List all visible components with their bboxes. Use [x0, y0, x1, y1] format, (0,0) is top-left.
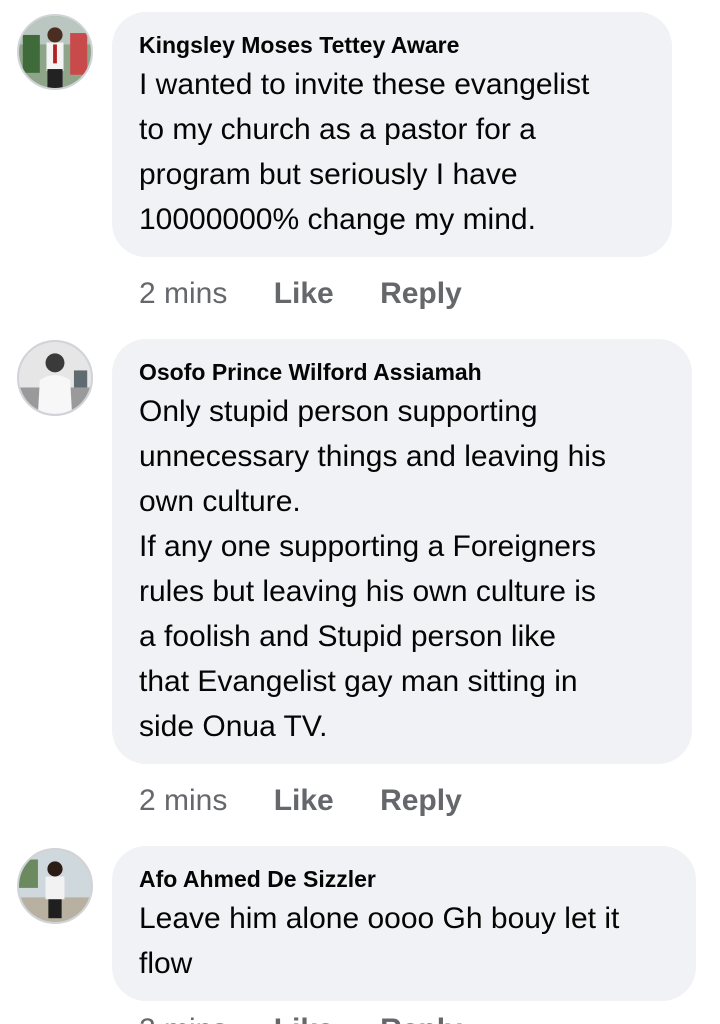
reply-button[interactable]: Reply: [380, 1012, 462, 1024]
comment-author[interactable]: Osofo Prince Wilford Assiamah: [139, 357, 666, 387]
comment-text-line: 10000000% change my mind.: [139, 203, 536, 236]
comment-text-line: flow: [139, 947, 193, 980]
comment-timestamp[interactable]: 2 mins: [139, 783, 227, 819]
comment-actions: 2 mins Like Reply: [139, 783, 462, 819]
comment-text-line: side Onua TV.: [139, 710, 328, 743]
comment-actions: 2 mins Like Reply: [139, 276, 462, 312]
comment-text-line: to my church as a pastor for a: [139, 113, 536, 146]
comment-author[interactable]: Afo Ahmed De Sizzler: [139, 864, 670, 894]
user-avatar-photo-icon: [19, 850, 91, 922]
comment-text: Only stupid person supporting unnecessar…: [139, 389, 666, 749]
avatar[interactable]: [17, 340, 93, 416]
comment-text-line: a foolish and Stupid person like: [139, 620, 556, 653]
comment-text-line: rules but leaving his own culture is: [139, 575, 596, 608]
comment-text-line: unnecessary things and leaving his: [139, 440, 606, 473]
comment-text-line: If any one supporting a Foreigners: [139, 530, 596, 563]
comment-timestamp[interactable]: 2 mins: [139, 276, 227, 312]
user-avatar-photo-icon: [19, 16, 91, 88]
comment-text: Leave him alone oooo Gh bouy let it flow: [139, 896, 670, 986]
comment-bubble: Afo Ahmed De Sizzler Leave him alone ooo…: [112, 846, 696, 1001]
comment-text-line: own culture.: [139, 485, 301, 518]
like-button[interactable]: Like: [274, 1012, 334, 1024]
comment-author[interactable]: Kingsley Moses Tettey Aware: [139, 30, 646, 60]
comment-text-line: Only stupid person supporting: [139, 395, 538, 428]
comment-text-line: program but seriously I have: [139, 158, 518, 191]
avatar[interactable]: [17, 14, 93, 90]
comment-text-line: that Evangelist gay man sitting in: [139, 665, 578, 698]
avatar[interactable]: [17, 848, 93, 924]
reply-button[interactable]: Reply: [380, 276, 462, 312]
comment-timestamp[interactable]: 2 mins: [139, 1012, 227, 1024]
comment-actions: 2 mins Like Reply: [139, 1012, 462, 1024]
like-button[interactable]: Like: [274, 783, 334, 819]
comment-bubble: Osofo Prince Wilford Assiamah Only stupi…: [112, 339, 692, 764]
comment-text-line: Leave him alone oooo Gh bouy let it: [139, 902, 620, 935]
comment-bubble: Kingsley Moses Tettey Aware I wanted to …: [112, 12, 672, 257]
user-avatar-photo-icon: [19, 342, 91, 414]
comment-text: I wanted to invite these evangelist to m…: [139, 62, 646, 242]
like-button[interactable]: Like: [274, 276, 334, 312]
reply-button[interactable]: Reply: [380, 783, 462, 819]
comment-actions-clipped: 2 mins Like Reply: [139, 1012, 462, 1024]
comment-text-line: I wanted to invite these evangelist: [139, 68, 590, 101]
